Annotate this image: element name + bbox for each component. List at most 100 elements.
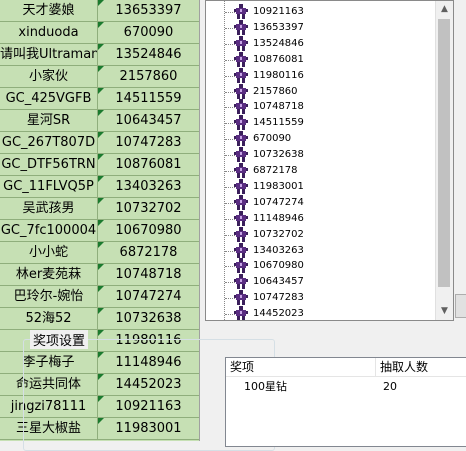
text-number-indicator-icon (98, 176, 104, 182)
bear-icon (234, 99, 248, 115)
tree-item-label: 13403263 (253, 244, 304, 256)
bear-icon (234, 210, 248, 226)
tree-item[interactable]: 11980116 (206, 67, 436, 83)
text-number-indicator-icon (98, 66, 104, 72)
bear-icon (234, 226, 248, 242)
bear-icon (234, 115, 248, 131)
name-cell[interactable]: xinduoda (0, 22, 98, 44)
column-header-count[interactable]: 抽取人数 (376, 358, 466, 376)
scroll-thumb[interactable] (438, 19, 450, 287)
id-cell[interactable]: 10748718 (98, 264, 200, 286)
tree-item[interactable]: 13653397 (206, 19, 436, 35)
column-header-prize[interactable]: 奖项 (226, 358, 376, 376)
text-number-indicator-icon (98, 330, 104, 336)
name-cell[interactable]: GC_DTF56TRN (0, 154, 98, 176)
text-number-indicator-icon (98, 286, 104, 292)
tree-item-label: 10670980 (253, 260, 304, 272)
prize-name: 100星钻 (244, 380, 287, 393)
scroll-up-arrow-icon[interactable]: ▲ (436, 1, 453, 18)
tree-item[interactable]: 10747274 (206, 194, 436, 210)
bear-icon (234, 131, 248, 147)
bear-icon (234, 51, 248, 67)
id-cell[interactable]: 10747283 (98, 132, 200, 154)
tree-item-label: 6872178 (253, 165, 298, 176)
prize-row[interactable]: 100星钻 20 (226, 378, 466, 395)
bear-icon (234, 290, 248, 306)
tree-item[interactable]: 2157860 (206, 83, 436, 99)
side-button[interactable] (455, 294, 466, 318)
name-cell[interactable]: 小家伙 (0, 66, 98, 88)
name-cell[interactable]: 小小蛇 (0, 242, 98, 264)
tree-item[interactable]: 10643457 (206, 274, 436, 290)
tree-item[interactable]: 14452023 (206, 306, 436, 320)
prize-settings-title: 奖项设置 (30, 330, 89, 349)
bear-icon (234, 258, 248, 274)
tree-item-label: 14452023 (253, 308, 304, 320)
tree-item-label: 670090 (253, 133, 292, 145)
tree-item[interactable]: 10748718 (206, 99, 436, 115)
id-cell[interactable]: 14511559 (98, 88, 200, 110)
scroll-down-arrow-icon[interactable]: ▼ (436, 303, 453, 320)
tree-scrollbar[interactable]: ▲ ▼ (435, 1, 453, 320)
bear-icon (234, 194, 248, 210)
name-cell[interactable]: 天才婆娘 (0, 0, 98, 22)
id-cell[interactable]: 6872178 (98, 242, 200, 264)
bear-icon (234, 83, 248, 99)
id-cell[interactable]: 2157860 (98, 66, 200, 88)
tree-item-label: 11980116 (253, 69, 304, 81)
tree-item[interactable]: 10670980 (206, 258, 436, 274)
id-cell[interactable]: 670090 (98, 22, 200, 44)
tree-item-label: 10643457 (253, 276, 304, 288)
tree-item[interactable]: 10732638 (206, 147, 436, 163)
tree-item-label: 10747283 (253, 292, 304, 304)
text-number-indicator-icon (98, 198, 104, 204)
tree-item[interactable]: 6872178 (206, 163, 436, 178)
bear-icon (234, 274, 248, 290)
tree-item[interactable]: 11148946 (206, 210, 436, 226)
text-number-indicator-icon (98, 264, 104, 270)
tree-item[interactable]: 13524846 (206, 35, 436, 51)
id-cell[interactable]: 13403263 (98, 176, 200, 198)
name-cell[interactable]: 吴武孩男 (0, 198, 98, 220)
bear-icon (234, 306, 248, 320)
text-number-indicator-icon (98, 110, 104, 116)
id-cell[interactable]: 13653397 (98, 0, 200, 22)
tree-item-label: 10747274 (253, 196, 304, 208)
text-number-indicator-icon (98, 132, 104, 138)
text-number-indicator-icon (98, 22, 104, 28)
name-cell[interactable]: 52海52 (0, 308, 98, 330)
tree-item[interactable]: 13403263 (206, 242, 436, 258)
tree-item[interactable]: 11983001 (206, 178, 436, 194)
id-cell[interactable]: 10876081 (98, 154, 200, 176)
name-cell[interactable]: GC_267T807D (0, 132, 98, 154)
name-cell[interactable]: 林er麦苑菻 (0, 264, 98, 286)
name-cell[interactable]: 巴玲尔-婉怡 (0, 286, 98, 308)
text-number-indicator-icon (98, 242, 104, 248)
bear-icon (234, 242, 248, 258)
participant-tree[interactable]: 10921163 13653397 13524846 10876081 11980116… (205, 0, 454, 321)
prize-list[interactable]: 奖项 抽取人数 100星钻 20 (225, 357, 466, 447)
name-cell[interactable]: 星河SR (0, 110, 98, 132)
tree-item-label: 14511559 (253, 117, 304, 129)
tree-item[interactable]: 10876081 (206, 51, 436, 67)
id-cell[interactable]: 10732638 (98, 308, 200, 330)
name-cell[interactable]: 请叫我Ultraman (0, 44, 98, 66)
tree-item[interactable]: 10732702 (206, 226, 436, 242)
tree-item[interactable]: 10747283 (206, 290, 436, 306)
id-cell[interactable]: 13524846 (98, 44, 200, 66)
name-cell[interactable]: GC_425VGFB (0, 88, 98, 110)
tree-item-label: 11148946 (253, 212, 304, 224)
tree-item[interactable]: 670090 (206, 131, 436, 147)
bear-icon (234, 67, 248, 83)
id-cell[interactable]: 10643457 (98, 110, 200, 132)
text-number-indicator-icon (98, 88, 104, 94)
prize-list-header: 奖项 抽取人数 (226, 358, 466, 377)
id-cell[interactable]: 10732702 (98, 198, 200, 220)
tree-item[interactable]: 14511559 (206, 115, 436, 131)
name-cell[interactable]: GC_11FLVQ5P (0, 176, 98, 198)
id-cell[interactable]: 10747274 (98, 286, 200, 308)
name-cell[interactable]: GC_7fc100004 (0, 220, 98, 242)
bear-icon (234, 35, 248, 51)
tree-item[interactable]: 10921163 (206, 4, 436, 19)
id-cell[interactable]: 10670980 (98, 220, 200, 242)
